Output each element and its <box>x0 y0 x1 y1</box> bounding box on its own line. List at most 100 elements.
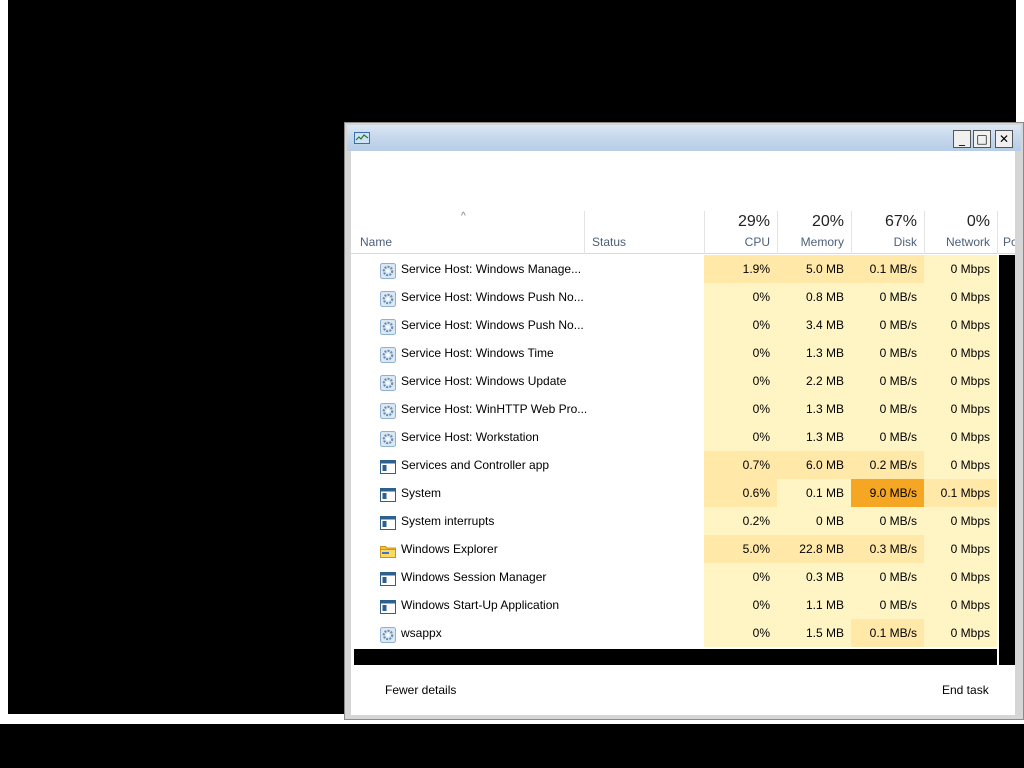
column-header-status[interactable]: Status <box>584 211 704 254</box>
table-row[interactable]: Service Host: Windows Update 0% 2.2 MB 0 MB… <box>354 367 997 395</box>
table-row[interactable]: Services and Controller app 0.7% 6.0 MB 0.2… <box>354 451 997 479</box>
minimize-button[interactable]: _ <box>953 130 971 148</box>
process-name-cell: Service Host: WinHTTP Web Pro... <box>354 395 704 423</box>
disk-value: 0 MB/s <box>851 311 924 339</box>
column-header-power[interactable]: Po <box>997 211 1015 254</box>
column-header-memory[interactable]: 20% Memory <box>777 211 851 254</box>
close-button[interactable]: ✕ <box>995 130 1013 148</box>
cpu-value: 0.2% <box>704 507 777 535</box>
table-row[interactable]: Service Host: Windows Manage... 1.9% 5.0 M… <box>354 255 997 283</box>
memory-value: 1.3 MB <box>777 339 851 367</box>
disk-value: 0.3 MB/s <box>851 535 924 563</box>
disk-value: 0 MB/s <box>851 367 924 395</box>
column-header-cpu[interactable]: 29% CPU <box>704 211 777 254</box>
process-name-cell: wsappx <box>354 619 704 647</box>
end-task-button[interactable]: End task <box>942 683 989 697</box>
table-row[interactable]: Service Host: Windows Push No... 0% 0.8 MB… <box>354 283 997 311</box>
cpu-value: 0% <box>704 283 777 311</box>
process-name: Services and Controller app <box>401 458 550 472</box>
title-bar[interactable]: _ □ ✕ <box>347 125 1021 151</box>
gear-icon <box>380 373 396 391</box>
process-name: Windows Session Manager <box>401 570 547 584</box>
cpu-value: 1.9% <box>704 255 777 283</box>
cpu-total-percent: 29% <box>737 213 770 230</box>
network-value: 0 Mbps <box>924 619 997 647</box>
table-row[interactable]: Windows Session Manager 0% 0.3 MB 0 MB/s 0 M… <box>354 563 997 591</box>
table-row[interactable]: System 0.6% 0.1 MB 9.0 MB/s 0.1 Mbps <box>354 479 997 507</box>
column-header-network[interactable]: 0% Network <box>924 211 997 254</box>
table-row[interactable]: Service Host: Workstation 0% 1.3 MB 0 MB/s 0… <box>354 423 997 451</box>
column-name-label: Name <box>360 235 393 249</box>
app-window-icon <box>380 569 396 586</box>
process-name: Service Host: Windows Update <box>401 374 567 388</box>
table-row[interactable]: wsappx 0% 1.5 MB 0.1 MB/s 0 Mbps <box>354 619 997 647</box>
process-name: wsappx <box>401 626 442 640</box>
process-list: Service Host: Windows Manage... 1.9% 5.0 M… <box>354 255 997 647</box>
memory-total-percent: 20% <box>811 213 844 230</box>
app-window-icon <box>380 485 396 502</box>
column-header-name[interactable]: ^ Name <box>351 211 584 254</box>
process-name-cell: Service Host: Workstation <box>354 423 704 451</box>
table-row[interactable]: System interrupts 0.2% 0 MB 0 MB/s 0 Mbps <box>354 507 997 535</box>
taskbar <box>0 724 1024 768</box>
process-name-cell: Service Host: Windows Update <box>354 367 704 395</box>
process-name-cell: Service Host: Windows Time <box>354 339 704 367</box>
disk-value: 0.1 MB/s <box>851 255 924 283</box>
cpu-value: 0% <box>704 563 777 591</box>
memory-value: 5.0 MB <box>777 255 851 283</box>
network-value: 0 Mbps <box>924 591 997 619</box>
memory-value: 22.8 MB <box>777 535 851 563</box>
app-window-icon <box>380 513 396 530</box>
network-value: 0.1 Mbps <box>924 479 997 507</box>
table-row[interactable]: Windows Explorer 5.0% 22.8 MB 0.3 MB/s 0 Mbp… <box>354 535 997 563</box>
column-header-disk[interactable]: 67% Disk <box>851 211 924 254</box>
process-name-cell: Services and Controller app <box>354 451 704 479</box>
memory-value: 1.5 MB <box>777 619 851 647</box>
process-name-cell: Windows Explorer <box>354 535 704 563</box>
column-disk-label: Disk <box>893 235 917 249</box>
cpu-value: 0.6% <box>704 479 777 507</box>
network-value: 0 Mbps <box>924 451 997 479</box>
task-manager-icon <box>354 132 370 144</box>
table-row[interactable]: Service Host: Windows Time 0% 1.3 MB 0 MB/s… <box>354 339 997 367</box>
process-name: Windows Start-Up Application <box>401 598 560 612</box>
gear-icon <box>380 625 396 643</box>
process-name: Service Host: Windows Push No... <box>401 290 584 304</box>
gear-icon <box>380 289 396 307</box>
column-power-label: Po <box>1003 235 1015 249</box>
disk-value: 0 MB/s <box>851 591 924 619</box>
disk-value: 9.0 MB/s <box>851 479 924 507</box>
process-name-cell: Windows Start-Up Application <box>354 591 704 619</box>
process-name: Service Host: Workstation <box>401 430 539 444</box>
table-row[interactable]: Windows Start-Up Application 0% 1.1 MB 0 MB… <box>354 591 997 619</box>
memory-value: 1.3 MB <box>777 423 851 451</box>
column-memory-label: Memory <box>800 235 844 249</box>
disk-value: 0.1 MB/s <box>851 619 924 647</box>
cpu-value: 5.0% <box>704 535 777 563</box>
gear-icon <box>380 261 396 279</box>
process-name-cell: Service Host: Windows Push No... <box>354 311 704 339</box>
network-total-percent: 0% <box>966 213 990 230</box>
task-manager-window: _ □ ✕ ^ Name Status 29% CPU 20% Memory 6… <box>344 122 1024 720</box>
disk-total-percent: 67% <box>884 213 917 230</box>
table-row[interactable]: Service Host: Windows Push No... 0% 3.4 MB… <box>354 311 997 339</box>
process-name: Service Host: Windows Push No... <box>401 318 584 332</box>
network-value: 0 Mbps <box>924 563 997 591</box>
app-window-icon <box>380 597 396 614</box>
column-status-label: Status <box>592 235 627 249</box>
network-value: 0 Mbps <box>924 507 997 535</box>
cpu-value: 0% <box>704 619 777 647</box>
memory-value: 0.1 MB <box>777 479 851 507</box>
disk-value: 0 MB/s <box>851 563 924 591</box>
gear-icon <box>380 429 396 447</box>
memory-value: 3.4 MB <box>777 311 851 339</box>
table-row[interactable]: Service Host: WinHTTP Web Pro... 0% 1.3 MB… <box>354 395 997 423</box>
memory-value: 0.8 MB <box>777 283 851 311</box>
process-name: Service Host: Windows Manage... <box>401 262 582 276</box>
fewer-details-link[interactable]: Fewer details <box>385 683 456 697</box>
cpu-value: 0% <box>704 367 777 395</box>
vertical-scrollbar-area <box>999 255 1015 665</box>
maximize-button[interactable]: □ <box>973 130 991 148</box>
horizontal-scrollbar-area <box>354 649 997 665</box>
client-area: ^ Name Status 29% CPU 20% Memory 67% Dis… <box>351 151 1015 715</box>
